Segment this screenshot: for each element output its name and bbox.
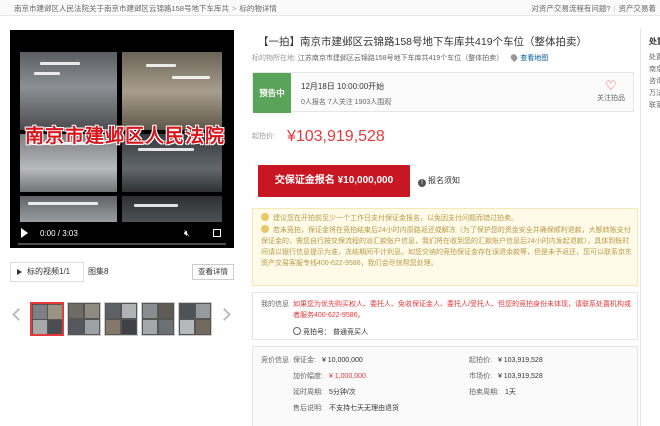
chevron-right-icon[interactable]	[218, 308, 231, 321]
registration-notice-link[interactable]: ! 报名须知	[418, 175, 460, 187]
delay-value: 5分钟/次	[328, 389, 356, 396]
deposit-label: 保证金:	[293, 357, 316, 364]
deposit-register-button[interactable]: 交保证金报名 ¥10,000,000	[258, 165, 410, 197]
status-badge: 预告中	[253, 73, 291, 113]
bulb-icon	[261, 213, 269, 221]
heart-icon: ♡	[605, 78, 617, 93]
divider: |	[613, 4, 616, 13]
mute-icon[interactable]: 🔇︎	[184, 228, 194, 238]
delay-row: 延时周期: 5分钟/次	[293, 387, 356, 397]
market-price-label: 市场价:	[469, 373, 492, 380]
tip-line: 若未竞拍，保证金将在竞拍结束后24小时内原路返还或解冻（为了保护您的资金安全并确…	[261, 225, 633, 269]
delay-label: 延时周期:	[293, 389, 323, 396]
follow-button[interactable]: ♡ 关注拍品	[593, 79, 629, 103]
video-player[interactable]: 南京市建邺区人民法院 0:00 / 3:03 🔇︎	[10, 30, 234, 248]
video-frame-tile	[122, 52, 222, 130]
auction-info-label: 竞价信息	[261, 357, 289, 364]
info-icon: !	[418, 179, 426, 187]
after-sale-label: 售后说明:	[293, 405, 323, 412]
start-price-value: ¥103,919,528	[286, 128, 385, 145]
disposal-sidebar: 处置 处置单 南京 咨询 万法 联系	[640, 28, 660, 426]
auction-stats: 0人报名 7人关注 1903人围观	[301, 99, 392, 106]
auction-info-box: 竞价信息 保证金: ¥ 10,000,000 加价幅度: ¥ 1,000,000 延…	[252, 346, 638, 426]
thumbnail-strip	[10, 302, 234, 338]
thumbnail[interactable]	[67, 302, 101, 336]
fullscreen-icon[interactable]	[213, 229, 221, 237]
top-bar: 南京市建邺区人民法院关于南京市建邺区云锦路158号地下车库共 > 标的物详情 对资产…	[0, 0, 660, 16]
start-price-info-value: ¥ 103,919,528	[497, 357, 543, 364]
follow-label: 关注拍品	[597, 95, 625, 102]
play-icon	[17, 269, 22, 275]
start-price-row: 起拍价: ¥103,919,528	[252, 128, 385, 146]
tips-box: 建议您在开拍前至少一个工作日支付保证金报名，以免因支付问题而错过拍卖。 若未竞拍…	[252, 208, 638, 286]
auction-cycle-value: 1天	[504, 389, 516, 396]
increment-label: 加价幅度:	[293, 373, 323, 380]
top-links: 对资产交易流程有问题? | 资产交易着	[531, 3, 656, 14]
view-detail-button[interactable]: 查看详情	[192, 264, 234, 280]
sidebar-title: 处置	[649, 37, 660, 46]
market-price-row: 市场价: ¥ 103,919,528	[469, 371, 543, 381]
play-icon[interactable]	[21, 228, 28, 238]
breadcrumb-item[interactable]: 南京市建邺区人民法院关于南京市建邺区云锦路158号地下车库共	[14, 4, 229, 13]
auction-status-box: 预告中 12月18日 10:00:00开始 0人报名 7人关注 1903人围观 …	[252, 72, 634, 113]
location-label: 标的物所在地:	[252, 55, 296, 62]
increment-row: 加价幅度: ¥ 1,000,000	[293, 371, 366, 381]
bid-number: 竞拍号：	[303, 329, 333, 336]
my-info-warning: 如果您为优先购买权人、委托人、免收保证金人、委托人/受托人、但您的竞拍身份未体现…	[293, 301, 631, 319]
breadcrumb-item: 标的物详情	[239, 4, 277, 13]
registration-notice-label: 报名须知	[428, 176, 460, 185]
view-map-link[interactable]: 查看地图	[520, 55, 548, 62]
my-info-box: 我的信息 如果您为优先购买权人、委托人、免收保证金人、委托人/受托人、但您的竞拍…	[252, 292, 638, 340]
tab-images[interactable]: 图集8	[88, 262, 128, 282]
media-tabs: 标的视频1/1 图集8 查看详情	[10, 262, 234, 282]
sidebar-line: 处置单	[649, 54, 660, 61]
deposit-row: 保证金: ¥ 10,000,000	[293, 355, 363, 365]
video-time: 0:00 / 3:03	[40, 229, 78, 238]
tab-video[interactable]: 标的视频1/1	[10, 262, 84, 282]
page-title: 【一拍】南京市建邺区云锦路158号地下车库共419个车位（整体拍卖）	[258, 36, 588, 48]
sidebar-line: 咨询	[649, 78, 660, 85]
bidder-info: 竞拍号： 普通竞买人	[293, 327, 368, 337]
start-time: 12月18日 10:00:00开始	[301, 82, 385, 91]
video-frame-tile	[20, 52, 117, 130]
sidebar-line[interactable]: 南京	[649, 64, 660, 74]
sidebar-line: 万法	[649, 90, 660, 97]
start-price-info-label: 起拍价:	[469, 357, 492, 364]
location-row: 标的物所在地: 江苏南京市建邺区云锦路158号地下车库共419个车位（整体拍卖）…	[252, 52, 548, 63]
video-progress-bar[interactable]	[18, 243, 226, 245]
deposit-value: ¥ 10,000,000	[321, 357, 363, 364]
after-sale-value: 不支持七天无理由退货	[328, 405, 399, 412]
bulb-icon	[261, 225, 269, 233]
thumbnail[interactable]	[178, 302, 212, 336]
auction-cycle-label: 拍卖周期:	[469, 389, 499, 396]
bidder-type: 普通竞买人	[332, 329, 368, 336]
increment-value: ¥ 1,000,000	[328, 373, 366, 380]
video-caption: 南京市建邺区人民法院	[24, 125, 225, 147]
chevron-left-icon[interactable]	[12, 308, 25, 321]
market-price-value: ¥ 103,919,528	[497, 373, 543, 380]
video-controls: 0:00 / 3:03 🔇︎	[10, 222, 234, 248]
sidebar-line: 联系	[649, 102, 660, 109]
my-info-label: 我的信息	[261, 301, 289, 308]
video-frame-tile	[122, 196, 222, 222]
thumbnail[interactable]	[141, 302, 175, 336]
breadcrumb: 南京市建邺区人民法院关于南京市建邺区云锦路158号地下车库共 > 标的物详情	[14, 3, 277, 14]
help-link[interactable]: 资产交易着	[619, 4, 657, 13]
video-frame-tile	[20, 196, 117, 222]
start-price-info-row: 起拍价: ¥ 103,919,528	[469, 355, 543, 365]
map-pin-icon	[509, 52, 519, 63]
breadcrumb-separator: >	[232, 4, 237, 13]
help-link[interactable]: 对资产交易流程有问题?	[531, 4, 610, 13]
thumbnail[interactable]	[30, 302, 64, 336]
tip-text: 建议您在开拍前至少一个工作日支付保证金报名，以免因支付问题而错过拍卖。	[273, 215, 518, 222]
auction-cycle-row: 拍卖周期: 1天	[469, 387, 516, 397]
user-icon	[293, 327, 301, 335]
tip-line: 建议您在开拍前至少一个工作日支付保证金报名，以免因支付问题而错过拍卖。	[261, 213, 631, 224]
after-sale-row: 售后说明: 不支持七天无理由退货	[293, 403, 399, 413]
tip-text: 若未竞拍，保证金将在竞拍结束后24小时内原路返还或解冻（为了保护您的资金安全并确…	[261, 227, 632, 267]
location-address: 江苏南京市建邺区云锦路158号地下车库共419个车位（整体拍卖）	[297, 55, 504, 62]
tab-video-label: 标的视频1/1	[27, 267, 71, 276]
thumbnail[interactable]	[104, 302, 138, 336]
start-price-label: 起拍价:	[252, 133, 275, 140]
